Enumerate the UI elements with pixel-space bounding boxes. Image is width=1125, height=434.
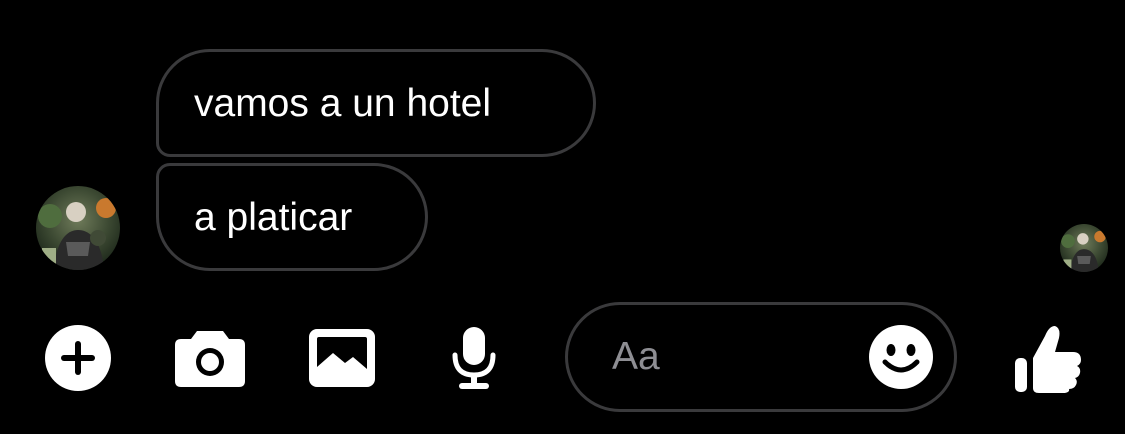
- chat-screen: vamos a un hotel a platicar: [0, 0, 1125, 434]
- emoji-icon: [869, 325, 933, 389]
- sender-avatar[interactable]: [36, 186, 120, 270]
- avatar-image: [36, 186, 120, 270]
- message-composer[interactable]: [565, 302, 957, 412]
- like-button[interactable]: [1008, 318, 1088, 398]
- voice-button[interactable]: [434, 320, 514, 396]
- thumbs-up-icon: [1015, 326, 1081, 393]
- message-text: vamos a un hotel: [194, 81, 492, 125]
- emoji-button[interactable]: [866, 322, 936, 392]
- image-icon: [309, 329, 375, 387]
- avatar-image: [1060, 224, 1108, 272]
- plus-icon: [45, 325, 111, 391]
- add-button[interactable]: [38, 320, 118, 396]
- camera-icon: [175, 331, 245, 387]
- microphone-icon: [452, 327, 496, 389]
- message-bubble[interactable]: vamos a un hotel: [156, 49, 596, 157]
- gallery-button[interactable]: [302, 320, 382, 396]
- read-receipt-avatar: [1060, 224, 1108, 272]
- message-input[interactable]: [612, 335, 866, 379]
- camera-button[interactable]: [170, 320, 250, 396]
- message-text: a platicar: [194, 195, 353, 239]
- message-bubble[interactable]: a platicar: [156, 163, 428, 271]
